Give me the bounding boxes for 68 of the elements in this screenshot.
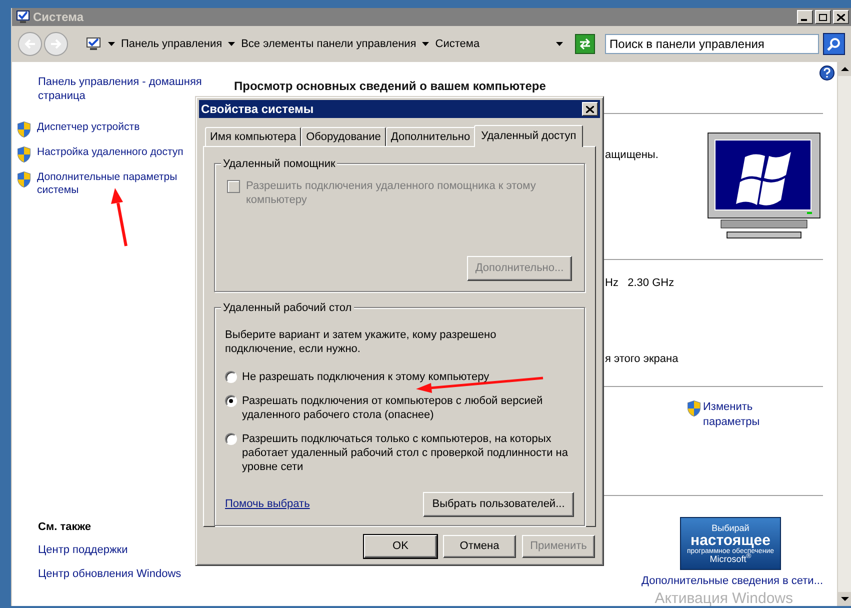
badge-text: настоящее [690, 532, 770, 548]
more-info-link[interactable]: Дополнительные сведения в сети... [642, 573, 823, 590]
sidebar-link[interactable]: Настройка удаленного доступ [37, 146, 187, 159]
caret-icon[interactable] [556, 42, 563, 46]
radio-button[interactable] [225, 395, 237, 407]
left-arrow-icon [24, 39, 36, 49]
forward-button[interactable] [44, 32, 68, 56]
group-title: Удаленный помощник [221, 156, 338, 172]
tab[interactable]: Оборудование [301, 127, 386, 146]
refresh-icon [578, 38, 592, 50]
change-settings-link[interactable]: Изменить параметры [703, 400, 765, 430]
search-field[interactable]: Поиск в панели управления [604, 34, 820, 54]
window-title: Система [33, 9, 84, 26]
computer-icon [16, 10, 30, 24]
shield-icon [686, 400, 702, 417]
activation-watermark: Активация Windows [654, 590, 793, 606]
close-button[interactable] [582, 102, 598, 116]
dialog-title: Свойства системы [201, 101, 314, 118]
breadcrumb[interactable]: Панель управления [121, 36, 222, 52]
tab[interactable]: Имя компьютера [205, 127, 302, 146]
close-icon [586, 106, 594, 112]
dialog-button[interactable]: OK [364, 535, 437, 558]
search-icon [827, 37, 842, 51]
badge-text: Выбирай [712, 524, 750, 532]
close-button[interactable] [833, 10, 849, 24]
group-title: Удаленный рабочий стол [221, 300, 354, 316]
maximize-button[interactable] [815, 10, 831, 24]
description-text: Выберите вариант и затем укажите, кому разрешено подключение, если нужно. [225, 328, 498, 356]
back-button[interactable] [18, 32, 42, 56]
radio-label: Разрешить подключаться только с компьютеров, на которых работает удаленный рабочий стол с проверкой подлинности на уровне сети [242, 432, 569, 474]
tab[interactable]: Удаленный доступ [474, 125, 584, 147]
right-arrow-icon [50, 39, 62, 49]
help-link[interactable]: Помочь выбрать [225, 496, 310, 513]
sidebar-link[interactable]: Диспетчер устройств [37, 121, 187, 134]
shield-icon [16, 121, 32, 138]
annotation-arrow [111, 188, 128, 246]
breadcrumb[interactable]: Система [435, 36, 480, 52]
tab[interactable]: Дополнительно [386, 127, 476, 146]
caret-icon [228, 42, 236, 46]
see-also-heading: См. также [38, 520, 92, 534]
badge-text: Microsoft$^{®}$ [710, 554, 752, 564]
page-heading: Просмотр основных сведений о вашем компьютере [234, 78, 547, 95]
body-text: Hz 2.30 GHz [605, 276, 676, 291]
body-text: я этого экрана [605, 352, 680, 366]
radio-label: Не разрешать подключения к этому компьютеру [242, 370, 490, 384]
breadcrumb[interactable]: Все элементы панели управления [241, 36, 416, 52]
minimize-button[interactable] [797, 10, 813, 24]
search-button[interactable] [823, 33, 845, 55]
shield-icon [16, 146, 32, 163]
checkbox-label: Разрешить подключения удаленного помощника к этому компьютеру [246, 179, 537, 207]
body-text: ащищены. [605, 148, 658, 163]
caret-icon [108, 42, 115, 46]
close-icon [837, 14, 845, 20]
see-also-link[interactable]: Центр обновления Windows [38, 566, 224, 582]
radio-label: Разрешать подключения от компьютеров с любой версией удаленного рабочего стола (опаснее) [242, 394, 544, 422]
caret-icon [422, 42, 430, 46]
radio-button[interactable] [225, 371, 237, 383]
shield-icon [16, 171, 32, 188]
scrollbar[interactable] [837, 62, 851, 606]
maximize-icon [819, 14, 827, 20]
refresh-button[interactable] [574, 34, 595, 54]
help-icon[interactable] [819, 65, 835, 81]
select-users-button[interactable]: Выбрать пользователей... [423, 492, 574, 517]
dialog-button[interactable]: Отмена [443, 535, 516, 558]
sidebar-link[interactable]: Дополнительные параметры системы [37, 171, 187, 197]
computer-icon [86, 37, 102, 51]
home-link[interactable]: Панель управления - домашняя страница [38, 75, 213, 103]
radio-button[interactable] [225, 433, 237, 445]
